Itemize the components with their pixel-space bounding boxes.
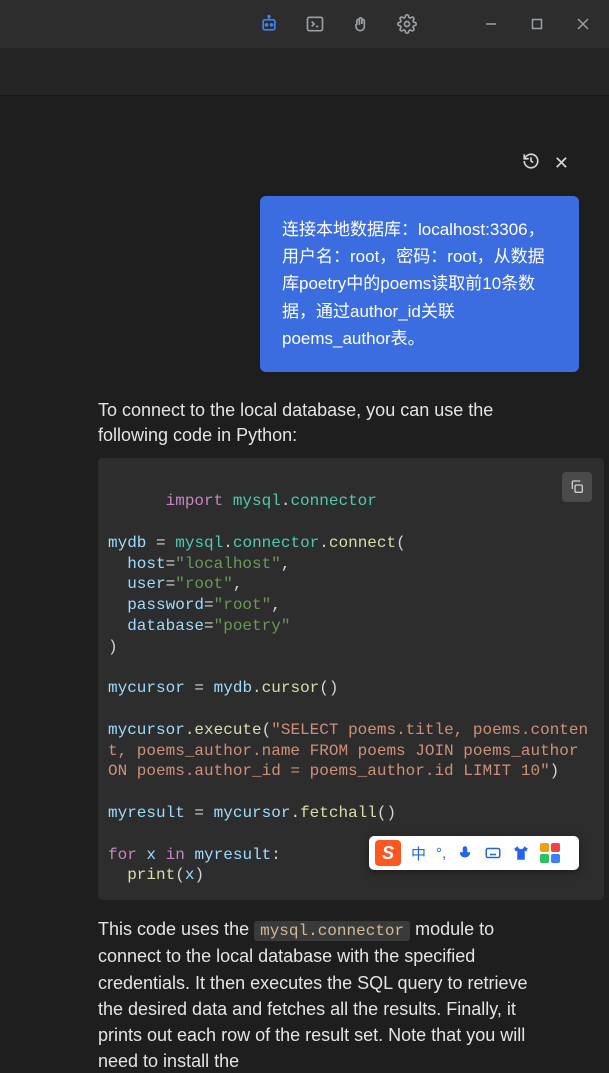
maximize-button[interactable] (517, 6, 557, 42)
ime-shirt-icon[interactable] (512, 844, 530, 862)
close-chat-icon[interactable]: ✕ (554, 153, 569, 174)
ime-lang-toggle[interactable]: 中 (411, 843, 426, 864)
ime-mic-icon[interactable] (456, 844, 474, 862)
history-icon[interactable] (522, 152, 540, 175)
ime-logo-icon[interactable]: S (375, 840, 401, 866)
tab-bar (0, 48, 609, 96)
chat-area: ✕ 连接本地数据库：localhost:3306，用户名：root，密码：roo… (0, 96, 609, 1073)
title-bar (0, 0, 609, 48)
assistant-intro-text: To connect to the local database, you ca… (98, 398, 579, 448)
minimize-button[interactable] (471, 6, 511, 42)
user-message-text: 连接本地数据库：localhost:3306，用户名：root，密码：root，… (282, 220, 545, 348)
terminal-icon[interactable] (297, 6, 333, 42)
ime-keyboard-icon[interactable] (484, 844, 502, 862)
gear-icon[interactable] (389, 6, 425, 42)
inline-code: mysql.connector (254, 921, 410, 941)
assistant-message: To connect to the local database, you ca… (98, 398, 579, 1073)
assistant-outro-text: This code uses the mysql.connector modul… (98, 916, 579, 1073)
code-block: import mysql.connector mydb = mysql.conn… (98, 458, 604, 900)
robot-icon[interactable] (251, 6, 287, 42)
copy-code-button[interactable] (562, 472, 592, 502)
close-button[interactable] (563, 6, 603, 42)
user-message-bubble: 连接本地数据库：localhost:3306，用户名：root，密码：root，… (260, 196, 579, 372)
ime-toolbar[interactable]: S 中 °, (369, 836, 579, 870)
wave-icon[interactable] (343, 6, 379, 42)
ime-apps-icon[interactable] (540, 843, 560, 863)
ime-punct-icon[interactable]: °, (436, 845, 446, 862)
